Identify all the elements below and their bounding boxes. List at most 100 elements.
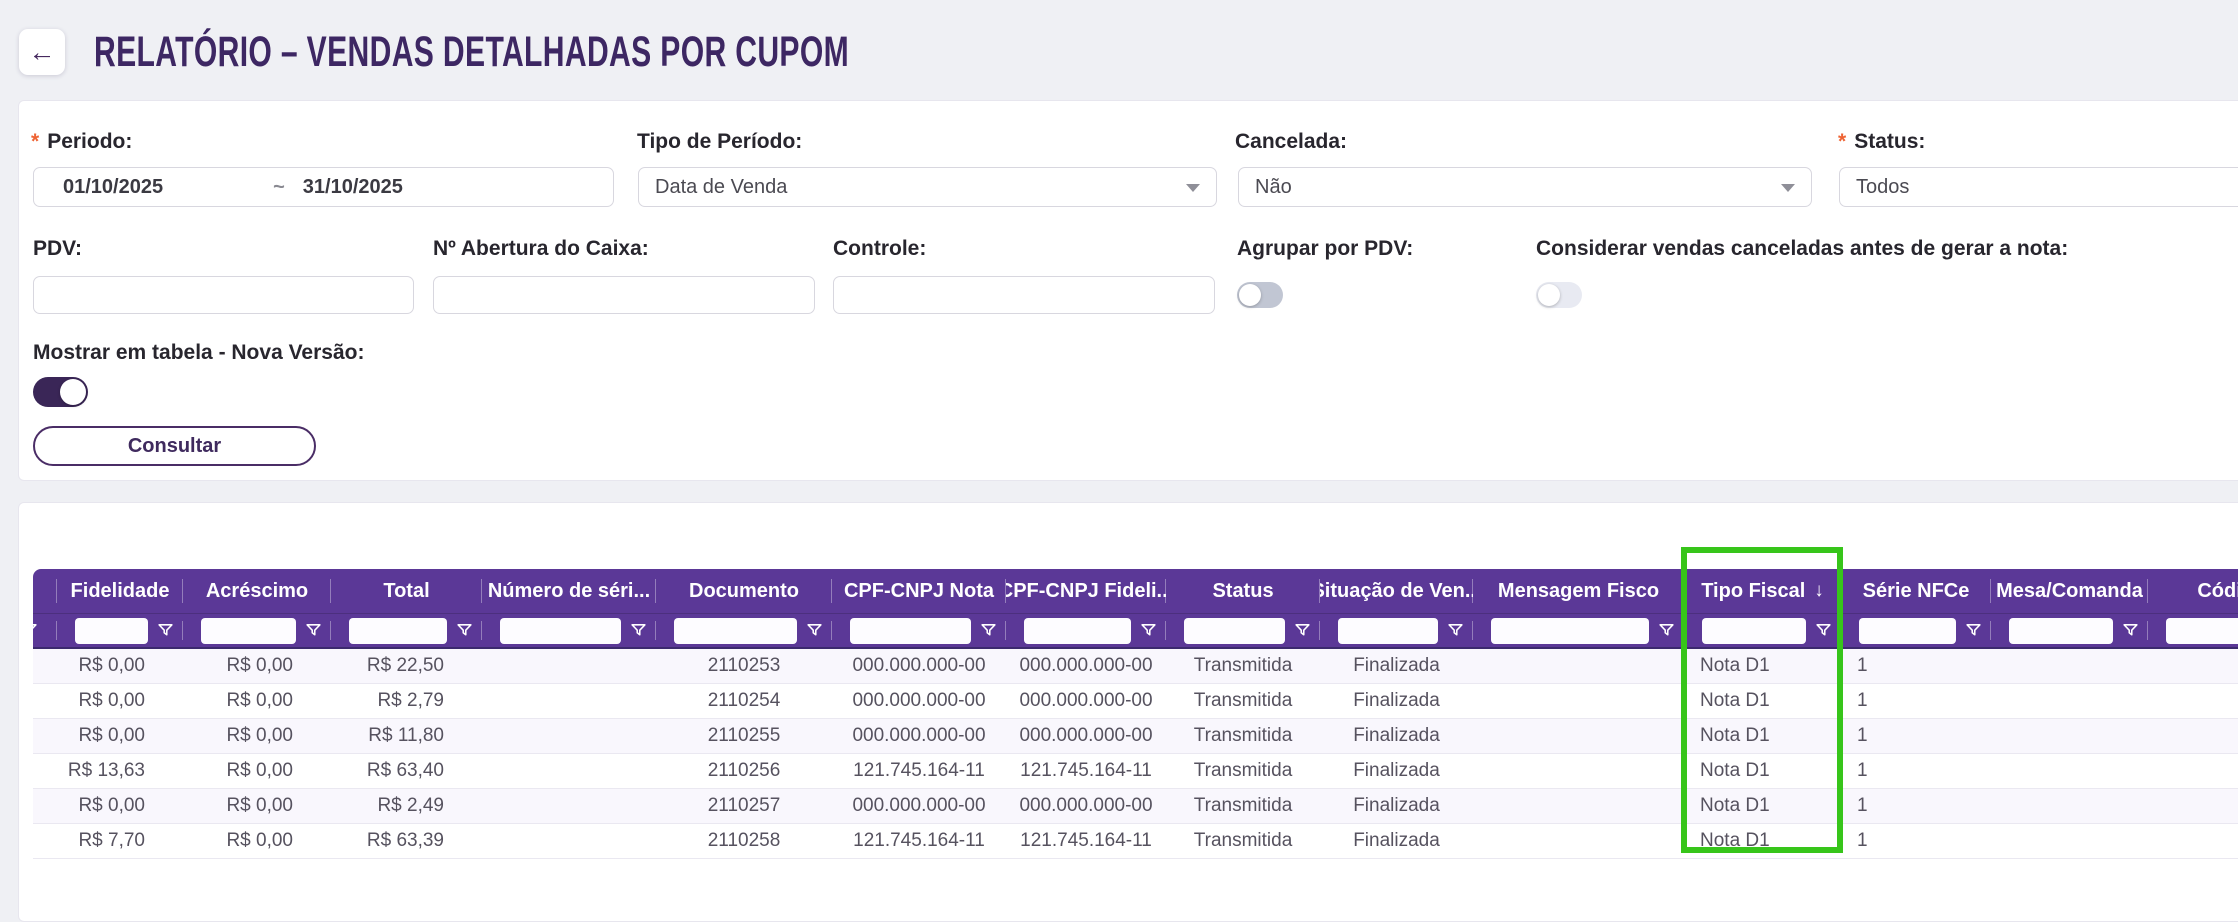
column-filter-input[interactable] — [850, 617, 971, 644]
column-header[interactable]: CPF-CNPJ Nota — [832, 569, 1006, 613]
table-row[interactable]: R$ 0,00 R$ 0,00 R$ 22,50 2110253 000.000.000… — [33, 649, 2238, 684]
periodo-date-range-input[interactable]: 01/10/2025 ~ 31/10/2025 — [33, 167, 614, 207]
column-header[interactable]: Acréscimo — [183, 569, 331, 613]
table-cell: Nota D1 — [1700, 795, 1770, 816]
table-cell: R$ 0,00 — [226, 830, 293, 851]
filter-funnel-icon[interactable] — [1965, 622, 1982, 639]
column-filter-input[interactable] — [674, 617, 797, 644]
column-header[interactable]: Número de séri... — [482, 569, 656, 613]
column-filter-input[interactable] — [1338, 617, 1438, 644]
column-header[interactable]: Documento — [656, 569, 832, 613]
filter-funnel-icon[interactable] — [980, 622, 997, 639]
column-filter — [1166, 614, 1320, 647]
table-row[interactable]: R$ 7,70 R$ 0,00 R$ 63,39 2110258 121.745.164… — [33, 824, 2238, 859]
column-filter-input[interactable] — [1702, 617, 1806, 644]
column-filter — [183, 614, 331, 647]
table-cell: 000.000.000-00 — [1019, 795, 1153, 816]
column-filter-input[interactable] — [500, 617, 621, 644]
column-filter-input[interactable] — [2166, 617, 2238, 644]
consultar-button[interactable]: Consultar — [33, 426, 316, 466]
controle-input[interactable] — [834, 277, 1214, 313]
table-cell: Nota D1 — [1700, 690, 1770, 711]
table-cell: R$ 0,00 — [226, 655, 293, 676]
column-header[interactable]: Tipo Fiscal ↓ — [1684, 569, 1841, 613]
column-header[interactable]: Mensagem Fisco — [1473, 569, 1684, 613]
filter-funnel-icon[interactable] — [305, 622, 322, 639]
table-header: Fidelidade Acréscimo Total Número de séri..… — [33, 569, 2238, 649]
required-asterisk: * — [1838, 130, 1847, 153]
column-filter-input[interactable] — [1024, 617, 1131, 644]
table-cell: R$ 0,00 — [226, 725, 293, 746]
agrupar-pdv-label: Agrupar por PDV: — [1237, 237, 1414, 260]
table-cell — [482, 754, 656, 788]
column-filter-input[interactable] — [201, 617, 296, 644]
table-cell — [1991, 719, 2148, 753]
status-select[interactable]: Todos — [1839, 167, 2238, 207]
column-filter-input[interactable] — [75, 617, 148, 644]
table-cell: 000.000.000-00 — [852, 725, 986, 746]
table-cell: Transmitida — [1193, 795, 1293, 816]
filter-funnel-icon[interactable] — [456, 622, 473, 639]
table-cell — [1473, 754, 1684, 788]
column-filter — [482, 614, 656, 647]
filter-funnel-icon[interactable] — [1140, 622, 1157, 639]
filter-funnel-icon[interactable] — [1815, 622, 1832, 639]
periodo-start-date[interactable]: 01/10/2025 — [63, 176, 163, 199]
agrupar-pdv-toggle[interactable] — [1237, 282, 1283, 308]
filter-funnel-icon[interactable] — [1658, 622, 1675, 639]
considerar-vendas-toggle[interactable] — [1536, 282, 1582, 308]
filter-funnel-icon[interactable] — [2122, 622, 2139, 639]
toggle-knob — [1239, 284, 1261, 306]
column-header[interactable]: Série NFCe — [1841, 569, 1991, 613]
page-title: RELATÓRIO – VENDAS DETALHADAS POR CUPOM — [94, 27, 850, 76]
column-filter — [57, 614, 183, 647]
column-header[interactable]: Códig... — [2148, 569, 2238, 613]
filter-funnel-icon[interactable] — [1447, 622, 1464, 639]
column-header[interactable]: Fidelidade — [57, 569, 183, 613]
table-cell — [33, 754, 57, 788]
filter-funnel-icon[interactable] — [806, 622, 823, 639]
cancelada-label: Cancelada: — [1235, 130, 1348, 153]
table-cell: R$ 22,50 — [366, 655, 444, 676]
column-filter-input[interactable] — [1859, 617, 1956, 644]
table-row[interactable]: R$ 0,00 R$ 0,00 R$ 11,80 2110255 000.000.000… — [33, 719, 2238, 754]
pdv-input[interactable] — [34, 277, 413, 313]
column-filter-input[interactable] — [2009, 617, 2113, 644]
toggle-knob — [1538, 284, 1560, 306]
filter-funnel-icon[interactable] — [630, 622, 647, 639]
table-row[interactable]: R$ 0,00 R$ 0,00 R$ 2,79 2110254 000.000.000-… — [33, 684, 2238, 719]
column-header[interactable]: Status — [1166, 569, 1320, 613]
column-header[interactable]: Mesa/Comanda — [1991, 569, 2148, 613]
back-button[interactable]: ← — [19, 29, 65, 75]
column-filter-input[interactable] — [349, 617, 447, 644]
table-cell — [2148, 649, 2238, 683]
column-filter-input[interactable] — [1184, 617, 1285, 644]
column-filter — [832, 614, 1006, 647]
filter-funnel-icon[interactable] — [33, 622, 38, 639]
filter-funnel-icon[interactable] — [1294, 622, 1311, 639]
filter-funnel-icon[interactable] — [157, 622, 174, 639]
mostrar-tabela-toggle[interactable] — [33, 377, 88, 407]
table-cell: Nota D1 — [1700, 655, 1770, 676]
abertura-caixa-label: Nº Abertura do Caixa: — [433, 237, 649, 260]
tipo-periodo-select[interactable]: Data de Venda — [638, 167, 1217, 207]
table-row[interactable]: R$ 13,63 R$ 0,00 R$ 63,40 2110256 121.745.16… — [33, 754, 2238, 789]
column-filter-input[interactable] — [1491, 617, 1649, 644]
column-header[interactable]: Total — [331, 569, 482, 613]
results-panel: Fidelidade Acréscimo Total Número de séri..… — [18, 502, 2238, 922]
periodo-end-date[interactable]: 31/10/2025 — [303, 176, 403, 199]
table-cell: Finalizada — [1353, 725, 1440, 746]
table-cell: 2110255 — [707, 725, 781, 746]
cancelada-select[interactable]: Não — [1238, 167, 1812, 207]
abertura-caixa-input[interactable] — [434, 277, 814, 313]
column-header[interactable]: CPF-CNPJ Fideli... — [1006, 569, 1166, 613]
filter-panel: * Periodo: 01/10/2025 ~ 31/10/2025 Tipo d… — [18, 100, 2238, 481]
column-filter — [1684, 614, 1841, 647]
chevron-down-icon — [1781, 184, 1795, 192]
table-cell: Finalizada — [1353, 830, 1440, 851]
table-row[interactable]: R$ 0,00 R$ 0,00 R$ 2,49 2110257 000.000.000-… — [33, 789, 2238, 824]
column-header[interactable] — [33, 569, 57, 613]
column-header[interactable]: Situação de Ven... — [1320, 569, 1473, 613]
column-filter — [656, 614, 832, 647]
table-cell — [33, 719, 57, 753]
